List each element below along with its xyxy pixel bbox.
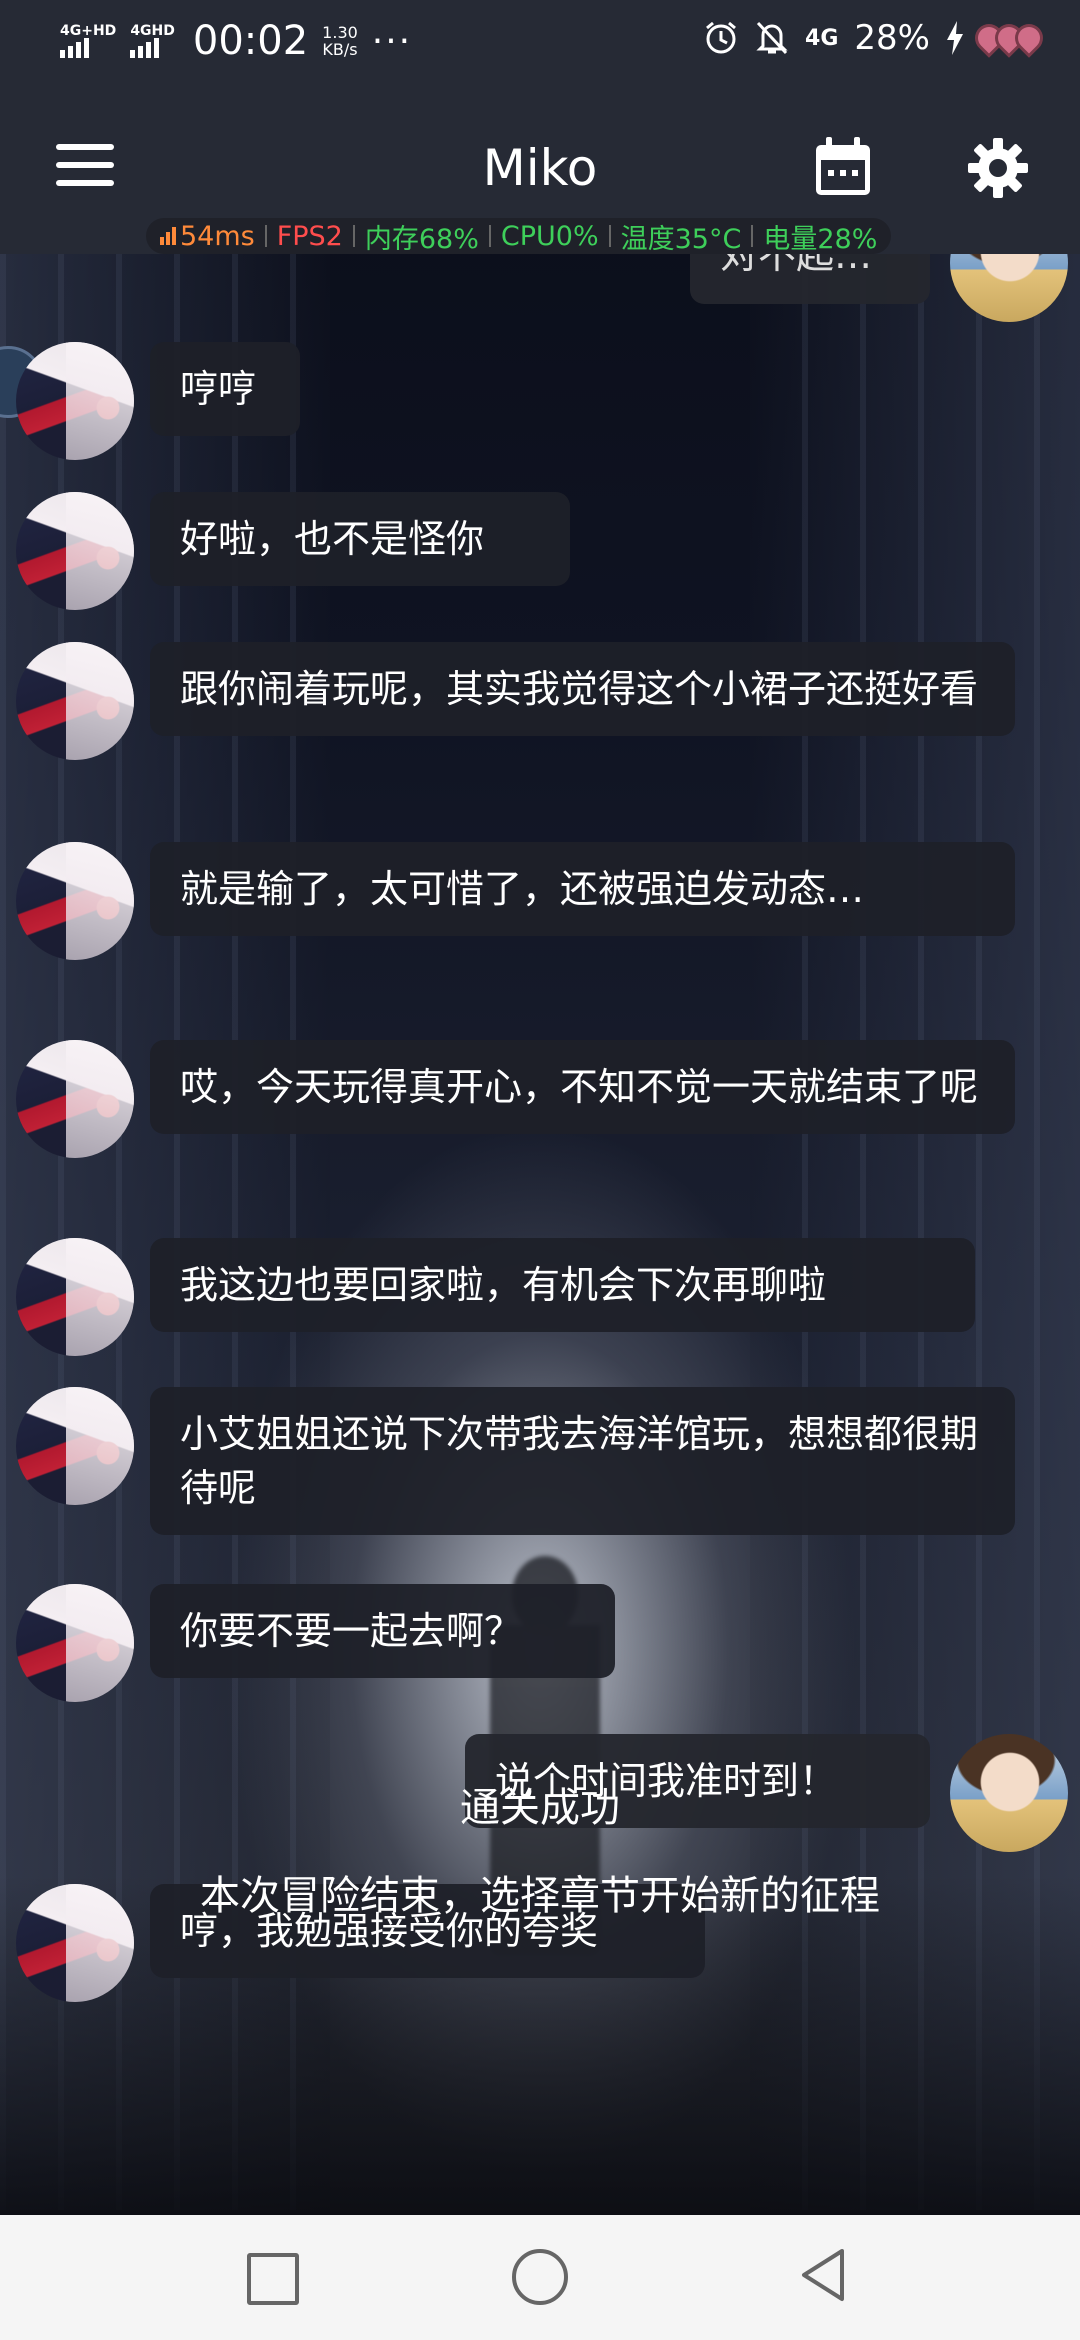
battery-hearts-icon (973, 22, 1045, 54)
network-speed: 1.30 KB/s (322, 23, 358, 59)
miko-avatar[interactable] (16, 342, 134, 460)
calendar-button[interactable] (812, 136, 874, 198)
calendar-icon (816, 137, 870, 195)
user-avatar[interactable] (950, 254, 1068, 322)
battery-percent: 28% (854, 18, 930, 58)
signal-1: 4G+HD (60, 24, 116, 58)
charging-bolt-icon (947, 21, 963, 55)
circle-home-icon[interactable] (512, 2249, 568, 2305)
miko-avatar[interactable] (16, 1584, 134, 1702)
message-bubble: 我这边也要回家啦，有机会下次再聊啦 (150, 1238, 975, 1332)
system-nav-bar (0, 2215, 1080, 2340)
perf-cpu: CPU0% (500, 220, 599, 252)
network-type: 4G (805, 25, 839, 51)
message-bubble: 小艾姐姐还说下次带我去海洋馆玩，想想都很期待呢 (150, 1387, 1015, 1535)
page-title: Miko (482, 139, 598, 197)
level-complete-subtitle[interactable]: 本次冒险结束，选择章节开始新的征程 (0, 1863, 1080, 1921)
signal-bars-icon (130, 38, 160, 58)
signal-bars-icon (60, 38, 89, 58)
settings-button[interactable] (966, 136, 1030, 200)
status-bar: 4G+HD 4GHD 00:02 1.30 KB/s ··· 4G 28% (0, 0, 1080, 84)
perf-memory: 内存68% (364, 223, 479, 255)
message-bubble-partial: 对不起… (690, 254, 930, 304)
miko-avatar[interactable] (16, 842, 134, 960)
message-bubble: 就是输了，太可惜了，还被强迫发动态… (150, 842, 1015, 936)
perf-battery: 电量28% (763, 223, 878, 255)
miko-avatar[interactable] (16, 1387, 134, 1505)
perf-fps: FPS2 (276, 220, 343, 252)
message-bubble: 哎，今天玩得真开心，不知不觉一天就结束了呢 (150, 1040, 1015, 1134)
miko-avatar[interactable] (16, 492, 134, 610)
message-bubble: 好啦，也不是怪你 (150, 492, 570, 586)
level-complete-title: 通关成功 (460, 1785, 620, 1831)
triangle-back-icon[interactable] (798, 2247, 848, 2303)
clock: 00:02 (192, 18, 309, 64)
message-bubble: 跟你闹着玩呢，其实我觉得这个小裙子还挺好看 (150, 642, 1015, 736)
message-bubble: 哼哼 (150, 342, 300, 436)
mute-bell-icon (756, 21, 788, 55)
ping-bars-icon (160, 227, 176, 245)
miko-avatar[interactable] (16, 1238, 134, 1356)
signal-2: 4GHD (130, 24, 175, 58)
alarm-icon (706, 21, 737, 54)
perf-ping: 54ms (180, 220, 255, 252)
square-recents-icon[interactable] (247, 2253, 299, 2305)
perf-temperature: 温度35°C (620, 223, 742, 255)
gear-icon (968, 138, 1028, 198)
message-bubble: 你要不要一起去啊？ (150, 1584, 615, 1678)
miko-avatar[interactable] (16, 642, 134, 760)
miko-avatar[interactable] (16, 1040, 134, 1158)
more-notifications-icon: ··· (371, 20, 413, 62)
performance-overlay: 54ms FPS2 内存68% CPU0% 温度35°C 电量28% (146, 218, 892, 255)
